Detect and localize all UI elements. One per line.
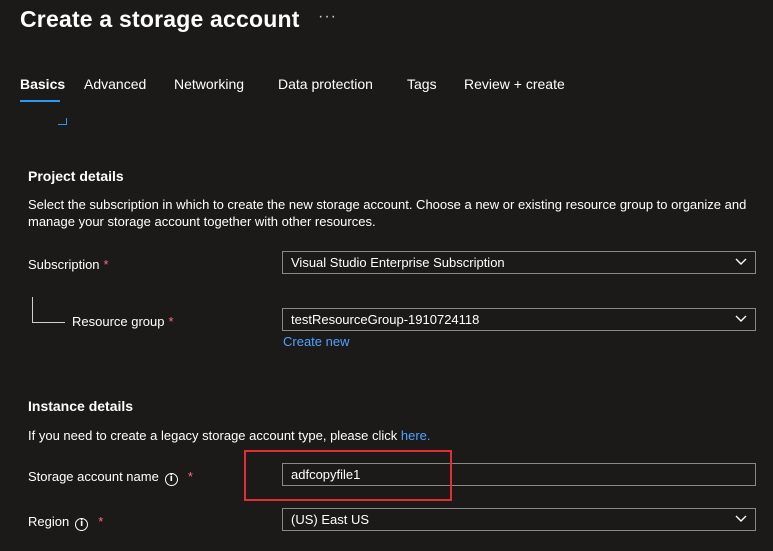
info-icon[interactable]: i — [75, 518, 89, 531]
instance-details-description: If you need to create a legacy storage a… — [28, 427, 431, 444]
required-marker: * — [98, 514, 104, 529]
tab-data-protection[interactable]: Data protection — [278, 76, 373, 92]
project-details-heading: Project details — [28, 168, 124, 184]
required-marker: * — [187, 469, 193, 484]
highlight-annotation — [244, 450, 452, 501]
required-marker: * — [103, 257, 109, 272]
region-label-text: Region — [28, 514, 70, 529]
storage-account-name-label-text: Storage account name — [28, 469, 159, 484]
scrolled-content-remnant — [58, 118, 67, 125]
resource-group-select[interactable]: testResourceGroup-1910724118 — [282, 308, 756, 331]
resource-group-label-text: Resource group — [72, 314, 165, 329]
tab-networking[interactable]: Networking — [174, 76, 244, 92]
region-value: (US) East US — [291, 512, 370, 527]
ellipsis-icon[interactable]: ··· — [318, 8, 337, 26]
subscription-value: Visual Studio Enterprise Subscription — [291, 255, 505, 270]
chevron-down-icon — [735, 258, 747, 265]
region-label: Region i * — [28, 514, 103, 531]
region-select[interactable]: (US) East US — [282, 508, 756, 531]
tree-connector — [32, 297, 65, 323]
storage-account-name-label: Storage account name i * — [28, 469, 193, 486]
resource-group-label: Resource group * — [72, 314, 174, 329]
chevron-down-icon — [735, 315, 747, 322]
project-details-description: Select the subscription in which to crea… — [28, 197, 747, 229]
tab-advanced[interactable]: Advanced — [84, 76, 146, 92]
tab-basics[interactable]: Basics — [20, 76, 65, 92]
subscription-label: Subscription * — [28, 257, 109, 272]
tab-tags[interactable]: Tags — [407, 76, 437, 92]
subscription-label-text: Subscription — [28, 257, 100, 272]
create-new-link[interactable]: Create new — [283, 334, 349, 349]
legacy-text: If you need to create a legacy storage a… — [28, 428, 401, 443]
required-marker: * — [168, 314, 174, 329]
page-title: Create a storage account — [20, 6, 300, 32]
resource-group-value: testResourceGroup-1910724118 — [291, 312, 480, 327]
instance-details-heading: Instance details — [28, 398, 134, 414]
subscription-select[interactable]: Visual Studio Enterprise Subscription — [282, 251, 756, 274]
active-tab-indicator — [20, 100, 60, 102]
chevron-down-icon — [735, 515, 747, 522]
info-icon[interactable]: i — [164, 473, 178, 486]
tab-review-create[interactable]: Review + create — [464, 76, 565, 92]
legacy-here-link[interactable]: here. — [401, 428, 431, 443]
